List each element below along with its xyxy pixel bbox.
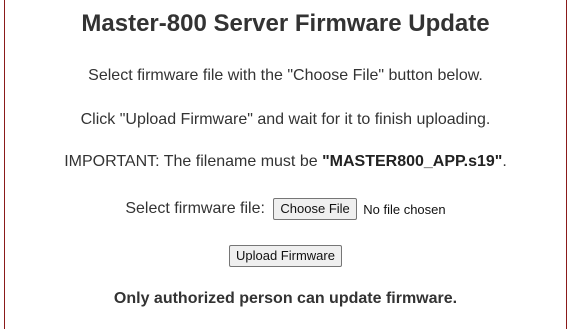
choose-file-button[interactable]: Choose File: [273, 198, 357, 220]
file-select-label: Select firmware file:: [125, 200, 265, 217]
upload-row: Upload Firmware: [5, 245, 566, 267]
important-suffix: .: [502, 153, 507, 170]
authorization-notice: Only authorized person can update firmwa…: [113, 290, 458, 307]
file-status-text: No file chosen: [363, 201, 446, 217]
firmware-update-panel: Master-800 Server Firmware Update Select…: [4, 0, 567, 329]
instruction-choose-file: Select firmware file with the "Choose Fi…: [88, 67, 483, 84]
upload-firmware-button[interactable]: Upload Firmware: [229, 245, 342, 267]
instruction-important: IMPORTANT: The filename must be "MASTER8…: [5, 153, 566, 171]
required-filename: "MASTER800_APP.s19": [322, 153, 503, 170]
instruction-upload: Click "Upload Firmware" and wait for it …: [80, 111, 491, 128]
page-title: Master-800 Server Firmware Update: [81, 10, 490, 37]
file-select-row: Select firmware file: Choose File No fil…: [5, 198, 566, 220]
important-prefix: IMPORTANT: The filename must be: [64, 153, 323, 170]
